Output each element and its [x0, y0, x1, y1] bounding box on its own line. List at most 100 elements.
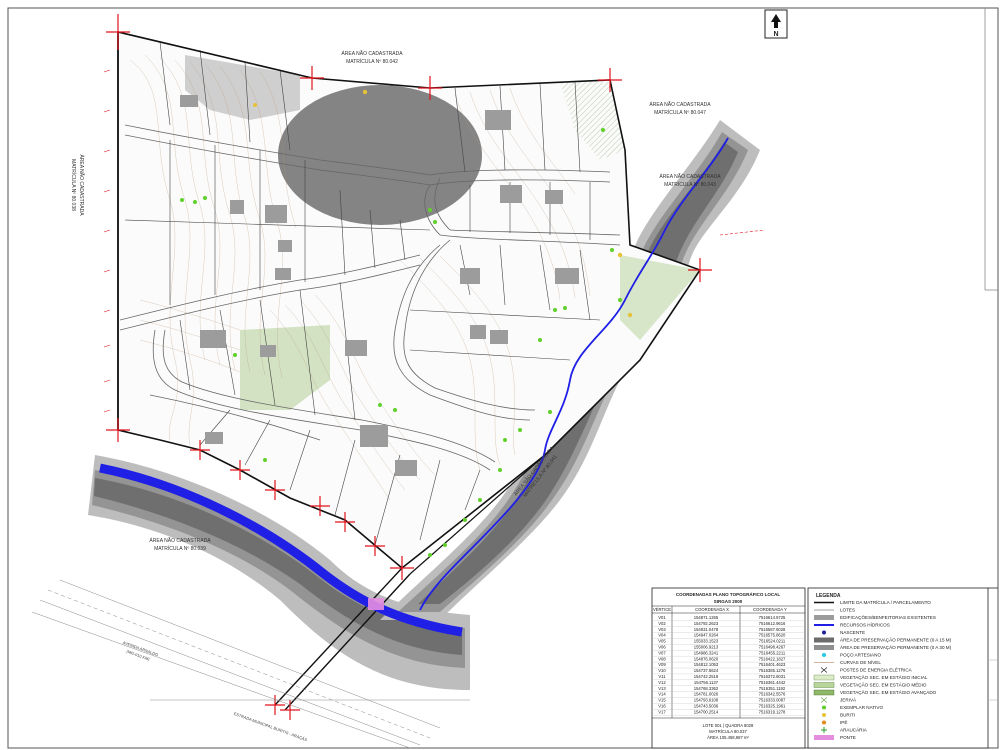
legend-label: CURVAS DE NÍVEL [840, 659, 881, 665]
coord-cell: V03 [658, 627, 666, 632]
yellow-dot-icon [822, 713, 826, 717]
legend-label: NASCENTE [840, 630, 865, 635]
legend-label: BURITI [840, 713, 855, 718]
coord-cell: 7516361.4442 [759, 680, 786, 685]
legend-label: VEGETAÇÃO SEC. EM ESTÁGIO MÉDIO [840, 682, 927, 688]
coord-cell: V11 [658, 674, 666, 679]
svg-text:ÁREA NÃO CADASTRADA: ÁREA NÃO CADASTRADA [649, 101, 711, 108]
svg-text:MATRÍCULA Nº 80.038: MATRÍCULA Nº 80.038 [70, 159, 77, 211]
coord-header-vertex: VÉRTICE [653, 607, 671, 612]
legend-label: ÁREA DE PRESERVAÇÃO PERMANENTE (0 A 30 M… [840, 644, 952, 650]
coord-cell: 154871.1265 [694, 615, 719, 620]
coord-cell: 7516422.1827 [759, 656, 786, 661]
legend-label: LIMITE DA MATRÍCULA / PARCELAMENTO [840, 599, 931, 605]
coord-cell: 154812.1053 [694, 662, 719, 667]
coord-cell: 154793.6108 [694, 698, 719, 703]
mid-box-icon [814, 645, 834, 650]
coordinate-table: COORDENADAS PLANO TOPOGRÁFICO LOCAL SIRG… [651, 587, 806, 749]
legend-label: JERIVÁ [840, 697, 857, 703]
coord-cell: 154876.0620 [694, 656, 719, 661]
coord-cell: V06 [658, 645, 666, 650]
coord-table-subtitle: SIRGAS 2000 [714, 599, 743, 604]
coord-cell: 154947.0264 [694, 633, 719, 638]
svg-text:ÁREA NÃO CADASTRADA: ÁREA NÃO CADASTRADA [659, 173, 721, 180]
site-plan-map: N ÁREA NÃO CADASTRADA MATRÍCULA Nº 80.04… [7, 7, 999, 749]
coord-cell: V01 [658, 615, 666, 620]
coord-cell: V12 [658, 680, 666, 685]
north-label: N [773, 31, 778, 38]
green-box-icon [813, 682, 835, 688]
legend-label: POSTES DE ENERGIA ELÉTRICA [840, 667, 913, 673]
coord-cell: 7516575.8620 [759, 633, 786, 638]
coord-cell: 154781.0026 [694, 692, 719, 697]
coord-cell: V10 [658, 668, 666, 673]
coord-cell: 7516385.1276 [759, 668, 786, 673]
coord-cell: 154756.1137 [694, 680, 719, 685]
legend-label: VEGETAÇÃO SEC. EM ESTÁGIO AVANÇADO [840, 689, 937, 695]
road-label-street: ESTRADA MUNICIPAL BURITIS - ARAÇÁS [233, 711, 308, 742]
coord-cell: V14 [658, 692, 666, 697]
coord-cell: V05 [658, 639, 666, 644]
legend-label: EDIFICAÇÕES/BENFEITORIAS EXISTENTES [840, 614, 936, 620]
legend-label: RECURSOS HÍDRICOS [840, 622, 890, 628]
legend-label: LOTES [840, 608, 855, 613]
area-label-left: ÁREA NÃO CADASTRADA MATRÍCULA Nº 80.038 [70, 154, 85, 216]
legend-label: EXEMPLAR NATIVO [840, 705, 883, 710]
coord-cell: 7516372.6031 [759, 674, 786, 679]
legend-label: POÇO ARTESIANO [840, 653, 881, 658]
coord-cell: 154743.5036 [694, 704, 719, 709]
blue-dot-icon [822, 630, 826, 635]
coord-cell: 7516614.5725 [759, 615, 786, 620]
svg-text:ÁREA NÃO CADASTRADA: ÁREA NÃO CADASTRADA [78, 154, 85, 216]
dark-box-icon [814, 637, 834, 643]
coord-header-x: COORDENADA X [695, 607, 729, 612]
coord-cell: 7516524.0211 [759, 639, 786, 644]
coord-cell: 154737.6624 [694, 668, 719, 673]
coord-cell: 154931.0478 [694, 627, 719, 632]
coord-cell: V17 [658, 709, 666, 714]
coord-cell: 154700.2514 [694, 709, 719, 714]
green-dot-icon [822, 705, 826, 710]
north-arrow: N [764, 9, 788, 39]
coord-cell: 7516498.4267 [759, 645, 786, 650]
legend-item: VEGETAÇÃO SEC. EM ESTÁGIO INICIAL [813, 674, 928, 681]
coord-cell: 155006.9213 [694, 645, 719, 650]
coord-cell: V13 [658, 686, 666, 691]
light-green-box-icon [813, 674, 835, 681]
map-sheet: N ÁREA NÃO CADASTRADA MATRÍCULA Nº 80.04… [0, 0, 1000, 750]
coord-cell: 7516342.5576 [759, 692, 786, 697]
coord-footer-lot: LOTE 001 | QUADRA 8028 [703, 723, 754, 728]
area-label-right-top: ÁREA NÃO CADASTRADA MATRÍCULA Nº 80.047 [649, 101, 711, 116]
coord-footer-registry: MATRÍCULA 80.037 [709, 729, 747, 734]
svg-text:MATRÍCULA Nº 80.043: MATRÍCULA Nº 80.043 [664, 181, 716, 188]
legend-label: ÁREA DE PRESERVAÇÃO PERMANENTE (0 A 15 M… [840, 637, 952, 643]
coord-cell: V04 [658, 633, 666, 638]
bridge-marker [368, 598, 384, 610]
svg-text:ESTRADA MUNICIPAL BURITIS - AR: ESTRADA MUNICIPAL BURITIS - ARAÇÁS [233, 711, 308, 742]
orange-dot-icon [822, 720, 826, 725]
coord-cell: 154792.2623 [694, 621, 719, 626]
coord-cell: 154768.3362 [694, 686, 719, 691]
legend-title: LEGENDA [816, 593, 841, 599]
coord-cell: V16 [658, 704, 666, 709]
coord-cell: 7516455.2211 [759, 650, 786, 655]
coord-cell: V02 [658, 621, 666, 626]
coord-cell: 154742.2518 [694, 674, 719, 679]
coord-footer-area: ÁREA 105.458,987 m² [707, 735, 749, 740]
coord-header-y: COORDENADA Y [753, 607, 787, 612]
coord-cell: 7516612.9616 [759, 621, 786, 626]
cyan-dot-icon [822, 653, 826, 657]
pink-box-icon [814, 735, 834, 740]
coord-cell: V07 [658, 650, 666, 655]
coord-cell: 155033.1523 [694, 639, 719, 644]
legend-label: IPÊ [840, 718, 847, 725]
coord-cell: 154986.3241 [694, 650, 719, 655]
area-label-top: ÁREA NÃO CADASTRADA MATRÍCULA Nº 80.042 [341, 50, 403, 65]
coord-cell: 7516401.4623 [759, 662, 786, 667]
svg-text:ÁREA NÃO CADASTRADA: ÁREA NÃO CADASTRADA [149, 537, 211, 544]
coord-cell: 7516351.1192 [759, 686, 786, 691]
coord-cell: V09 [658, 662, 666, 667]
legend-item: VEGETAÇÃO SEC. EM ESTÁGIO MÉDIO [813, 682, 927, 688]
legend-item: VEGETAÇÃO SEC. EM ESTÁGIO AVANÇADO [813, 689, 937, 696]
coord-cell: 7516333.0087 [759, 698, 786, 703]
